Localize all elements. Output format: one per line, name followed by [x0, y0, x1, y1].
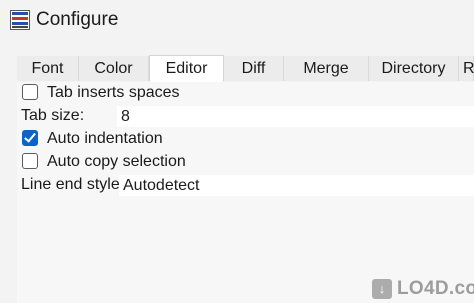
tab-size-label: Tab size: [21, 107, 85, 124]
tab-r[interactable]: R [459, 56, 474, 81]
line-end-style-label: Line end style: [21, 176, 125, 193]
auto-indentation-checkbox[interactable] [22, 130, 38, 146]
tab-diff[interactable]: Diff [224, 56, 284, 81]
tab-size-row: Tab size: [17, 105, 474, 127]
auto-copy-selection-label: Auto copy selection [47, 153, 186, 170]
tab-inserts-spaces-checkbox[interactable] [22, 84, 38, 100]
tab-directory[interactable]: Directory [369, 56, 459, 81]
watermark-logo-icon: ↓ [372, 279, 392, 299]
line-end-style-input[interactable] [119, 175, 474, 196]
tab-inserts-spaces-label: Tab inserts spaces [47, 84, 180, 101]
tab-editor[interactable]: Editor [149, 55, 224, 82]
tab-inserts-spaces-row[interactable]: Tab inserts spaces [17, 82, 474, 104]
tab-font[interactable]: Font [17, 56, 79, 81]
tab-bar: Font Color Editor Diff Merge Directory R [17, 55, 474, 83]
line-end-style-row: Line end style: [17, 174, 474, 196]
window-title: Configure [36, 9, 119, 30]
watermark: ↓ LO4D.com [372, 277, 474, 301]
title-bar: Configure [0, 0, 474, 42]
tab-size-input[interactable] [117, 106, 474, 127]
app-icon [10, 10, 30, 30]
auto-copy-selection-checkbox[interactable] [22, 153, 38, 169]
editor-panel: Tab inserts spaces Tab size: Auto indent… [17, 82, 474, 303]
auto-indentation-label: Auto indentation [47, 130, 163, 147]
tab-merge[interactable]: Merge [284, 56, 369, 81]
watermark-text: LO4D.com [397, 278, 474, 299]
tab-color[interactable]: Color [79, 56, 149, 81]
auto-copy-selection-row[interactable]: Auto copy selection [17, 151, 474, 173]
auto-indentation-row[interactable]: Auto indentation [17, 128, 474, 150]
